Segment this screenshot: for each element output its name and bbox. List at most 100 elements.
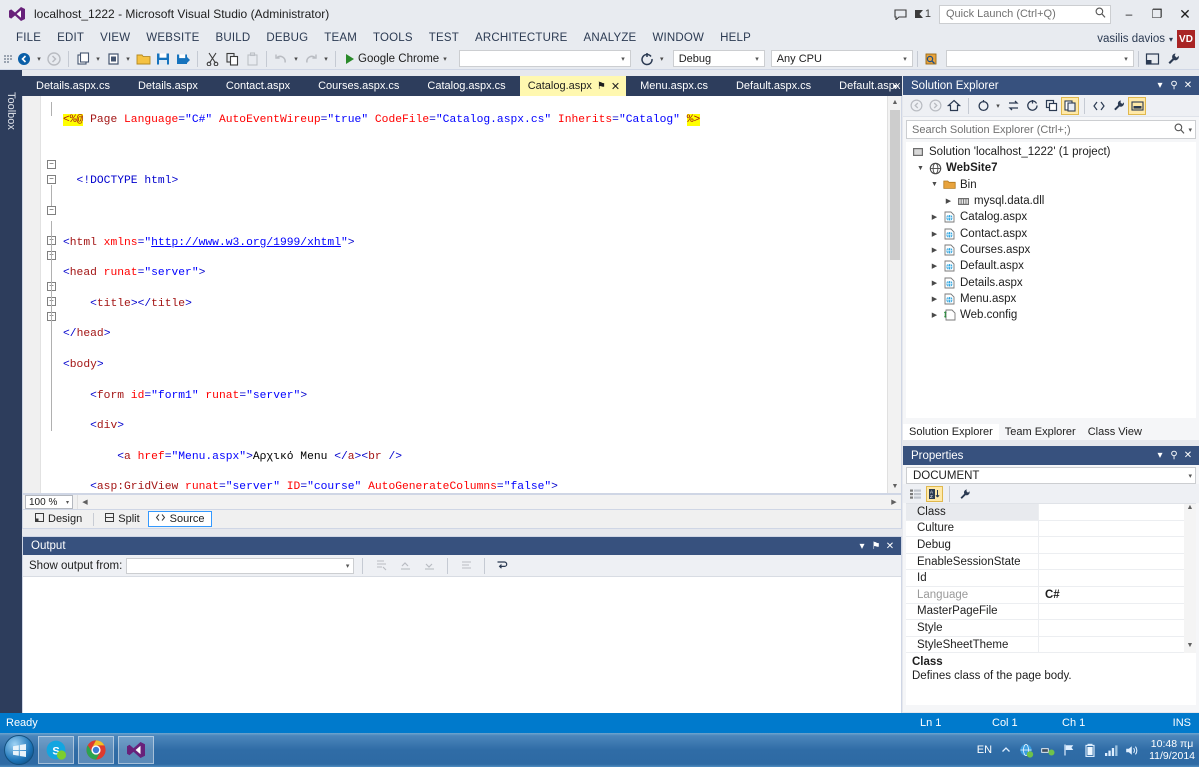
expander-icon[interactable]: ▼ — [928, 181, 941, 188]
tab-contact-aspx[interactable]: Contact.aspx — [212, 76, 304, 96]
tree-item-bin[interactable]: ▼ Bin — [906, 177, 1196, 193]
menu-item-build[interactable]: BUILD — [207, 32, 258, 44]
menu-item-file[interactable]: FILE — [8, 32, 49, 44]
expander-icon[interactable]: ▶ — [928, 246, 941, 254]
chevron-down-icon[interactable]: ▾ — [855, 541, 869, 552]
tree-item-details-aspx[interactable]: ▶ Details.aspx — [906, 274, 1196, 290]
tab-solution-explorer[interactable]: Solution Explorer — [903, 424, 999, 440]
menu-item-website[interactable]: WEBSITE — [138, 32, 207, 44]
expander-icon[interactable]: ▶ — [928, 295, 941, 303]
add-new-item-dropdown-icon[interactable]: ▾ — [123, 55, 133, 63]
network-globe-icon[interactable] — [1019, 742, 1034, 758]
property-row[interactable]: EnableSessionState — [906, 553, 1196, 571]
feedback-icon[interactable] — [888, 1, 914, 27]
scroll-up-icon[interactable]: ▲ — [888, 96, 902, 109]
menu-item-view[interactable]: VIEW — [92, 32, 138, 44]
tab-team-explorer[interactable]: Team Explorer — [999, 424, 1082, 440]
tree-item-contact-aspx[interactable]: ▶ Contact.aspx — [906, 225, 1196, 241]
solution-tree[interactable]: Solution 'localhost_1222' (1 project) ▼ … — [906, 142, 1196, 418]
refresh-icon[interactable] — [637, 49, 657, 69]
chevron-down-icon[interactable]: ▾ — [1169, 35, 1173, 44]
menu-item-analyze[interactable]: ANALYZE — [575, 32, 644, 44]
tree-item-catalog-aspx[interactable]: ▶ Catalog.aspx — [906, 209, 1196, 225]
chevron-down-icon[interactable]: ▾ — [1153, 450, 1167, 461]
tab-menu-aspx-cs[interactable]: Menu.aspx.cs — [626, 76, 722, 96]
menu-item-architecture[interactable]: ARCHITECTURE — [467, 32, 576, 44]
chevron-down-icon[interactable]: ▾ — [66, 499, 72, 506]
toolwindow-icon[interactable] — [1143, 49, 1163, 69]
flag-action-center-icon[interactable] — [1061, 742, 1076, 758]
alphabetical-icon[interactable]: AZ — [926, 485, 943, 502]
menu-item-edit[interactable]: EDIT — [49, 32, 92, 44]
open-file-icon[interactable] — [133, 49, 153, 69]
start-debugging-button[interactable]: Google Chrome ▾ — [340, 53, 453, 65]
property-value[interactable] — [1039, 521, 1196, 537]
tree-item-menu-aspx[interactable]: ▶ Menu.aspx — [906, 291, 1196, 307]
pending-changes-icon[interactable] — [974, 97, 992, 115]
property-value[interactable] — [1039, 554, 1196, 570]
pin-icon[interactable]: ⚑ — [597, 81, 606, 92]
chevron-down-icon[interactable]: ▾ — [1185, 126, 1192, 134]
new-project-icon[interactable] — [73, 49, 93, 69]
home-icon[interactable] — [945, 97, 963, 115]
property-row[interactable]: Class — [906, 504, 1196, 521]
outlining-column[interactable]: − − − − − − − − — [41, 96, 63, 493]
add-new-item-icon[interactable] — [103, 49, 123, 69]
chevron-down-icon[interactable]: ▾ — [1188, 472, 1192, 480]
property-value[interactable] — [1039, 604, 1196, 620]
property-value[interactable] — [1039, 570, 1196, 586]
wrench-icon[interactable] — [1163, 49, 1183, 69]
menu-item-window[interactable]: WINDOW — [644, 32, 712, 44]
output-text-area[interactable] — [23, 577, 901, 719]
tab-courses-aspx-cs[interactable]: Courses.aspx.cs — [304, 76, 413, 96]
chevron-down-icon[interactable]: ▾ — [993, 102, 1003, 110]
expander-icon[interactable]: ▼ — [914, 165, 927, 172]
tree-item-web-config[interactable]: ▶ Web.config — [906, 307, 1196, 323]
browser-select[interactable]: ▾ — [458, 50, 631, 67]
restore-button[interactable]: ❐ — [1143, 4, 1171, 24]
property-value[interactable] — [1039, 620, 1196, 636]
menu-item-debug[interactable]: DEBUG — [258, 32, 316, 44]
save-icon[interactable] — [153, 49, 173, 69]
code-editor[interactable]: − − − − − − − − <%@ Page Language="C#" A… — [22, 96, 902, 494]
property-row[interactable]: Debug — [906, 537, 1196, 554]
close-icon[interactable]: ✕ — [611, 80, 620, 93]
solution-platform-select[interactable]: Any CPU ▾ — [770, 50, 913, 67]
tab-details-aspx-cs[interactable]: Details.aspx.cs — [22, 76, 124, 96]
find-combo[interactable]: ▾ — [945, 50, 1134, 67]
scrollbar-thumb[interactable] — [890, 110, 900, 260]
expander-icon[interactable]: ▶ — [942, 197, 955, 205]
tree-item-solution[interactable]: Solution 'localhost_1222' (1 project) — [906, 144, 1196, 160]
collapse-all-icon[interactable] — [1042, 97, 1060, 115]
chevron-down-icon[interactable]: ▾ — [900, 55, 910, 63]
editor-horizontal-scrollbar[interactable]: ◀ ▶ — [77, 495, 901, 509]
account-area[interactable]: vasilis davios ▾ VD — [1097, 28, 1195, 50]
property-row[interactable]: Style — [906, 620, 1196, 637]
refresh-icon[interactable] — [1023, 97, 1041, 115]
scroll-left-icon[interactable]: ◀ — [78, 498, 92, 506]
show-output-from-select[interactable]: ▾ — [126, 557, 355, 574]
expander-icon[interactable]: ▶ — [928, 230, 941, 238]
expander-icon[interactable]: ▶ — [928, 279, 941, 287]
tab-class-view[interactable]: Class View — [1082, 424, 1148, 440]
outline-toggle-body[interactable]: − — [47, 206, 56, 215]
save-all-icon[interactable] — [173, 49, 193, 69]
tree-item-mysql-data-dll[interactable]: ▶ mysql.data.dll — [906, 193, 1196, 209]
pin-icon[interactable]: ⚑ — [869, 541, 883, 552]
property-value[interactable] — [1039, 637, 1196, 653]
properties-scrollbar[interactable]: ▲ ▼ — [1184, 504, 1196, 653]
show-hidden-icons-icon[interactable] — [998, 742, 1013, 758]
scroll-down-icon[interactable]: ▼ — [888, 480, 902, 493]
tab-details-aspx[interactable]: Details.aspx — [124, 76, 212, 96]
quick-launch-input[interactable]: Quick Launch (Ctrl+Q) — [939, 4, 1111, 24]
minimize-button[interactable]: – — [1115, 4, 1143, 24]
network-connected-icon[interactable] — [1040, 742, 1055, 758]
tab-catalog-aspx-cs[interactable]: Catalog.aspx.cs — [413, 76, 519, 96]
chevron-down-icon[interactable]: ▾ — [342, 562, 354, 570]
scroll-right-icon[interactable]: ▶ — [887, 498, 901, 506]
show-all-files-icon[interactable] — [1061, 96, 1079, 115]
properties-wrench-icon[interactable] — [1109, 97, 1127, 115]
tree-item-default-aspx[interactable]: ▶ Default.aspx — [906, 258, 1196, 274]
toggle-word-wrap-icon[interactable] — [493, 556, 513, 576]
chevron-down-icon[interactable]: ▾ — [443, 55, 447, 63]
